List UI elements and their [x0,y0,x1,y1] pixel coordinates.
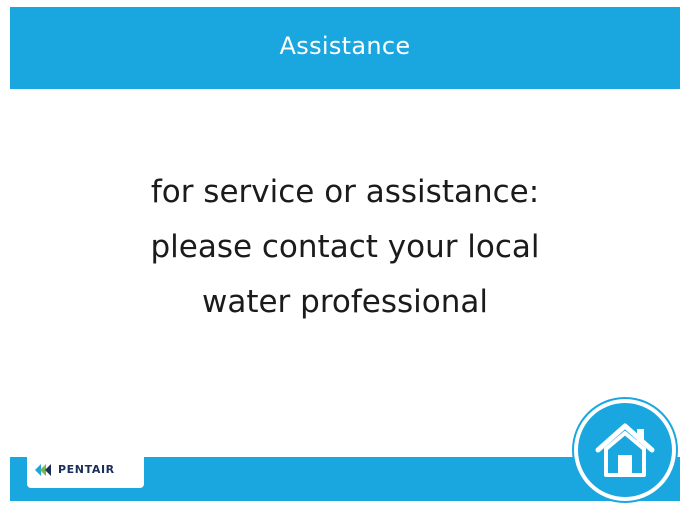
logo-text: PENTAIR [58,463,115,476]
message-line-1: for service or assistance: [150,174,540,210]
header-bar: Assistance [10,7,680,89]
message-line-2: please contact your local [150,229,540,265]
message-line-3: water professional [201,284,488,320]
assistance-message: for service or assistance: please contac… [10,165,680,330]
pentair-logo: PENTAIR [27,451,144,488]
pentair-diamond-icon [35,463,51,476]
home-button[interactable] [578,403,672,497]
page-title: Assistance [279,32,411,60]
assistance-screen: Assistance for service or assistance: pl… [0,0,684,505]
home-icon [595,423,655,477]
